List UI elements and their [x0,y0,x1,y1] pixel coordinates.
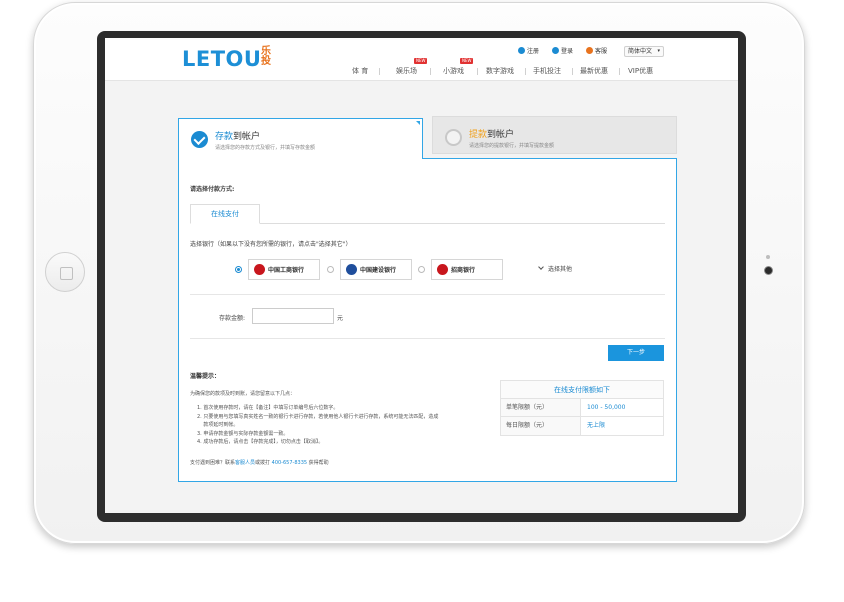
register-label: 注册 [527,48,540,55]
nav-divider [525,68,526,75]
tab-withdraw[interactable]: 提款到帐户 请选择您的提款银行，并填写提款金额 [432,116,677,154]
new-badge: NEW [414,58,428,64]
register-icon [518,47,525,54]
chevron-down-icon: ▾ [657,48,660,54]
nav-minigames[interactable]: 小游戏 NEW [443,58,474,76]
payment-method-label: 请选择付款方式: [190,186,235,193]
nav-minigames-label: 小游戏 [443,67,464,75]
list-item: 4. 成功存款后，请点击【存款完成】，切勿点击【取消】。 [197,439,324,445]
language-select[interactable]: 简体中文 ▾ [624,46,664,57]
register-link[interactable]: 注册 [518,46,539,55]
bank-radio-icbc[interactable] [235,266,242,273]
subtab-divider [190,223,665,224]
footer-prefix: 支付遇到困难？联系 [190,460,236,466]
nav-vip[interactable]: VIP优惠 [628,66,653,76]
bank-option-ccb[interactable]: 中国建设银行 [340,259,412,280]
support-phone: 400-657-8335 [271,460,308,466]
login-link[interactable]: 登录 [552,46,573,55]
bank-option-cmb[interactable]: 招商银行 [431,259,503,280]
headset-icon [586,47,593,54]
tab-deposit[interactable]: 存款到帐户 请选择您的存款方式及银行，并填写存款金额 [178,118,423,159]
check-circle-icon [191,131,208,148]
bank-option-icbc[interactable]: 中国工商银行 [248,259,320,280]
nav-promotions[interactable]: 最新优惠 [580,66,608,76]
home-button-icon [45,252,85,292]
divider [190,338,665,339]
corner-marker-icon [416,121,420,125]
screen: LETOU 乐投 注册 登录 客服 简体中文 ▾ 体 育 娱乐场 NEW 小游戏… [105,38,738,513]
next-button[interactable]: 下一步 [608,345,664,361]
footer-suffix: 获得帮助 [308,460,329,466]
withdraw-subtitle: 请选择您的提款银行，并填写提款金额 [469,143,555,149]
bank-name: 招商银行 [451,267,476,274]
tips-list: 1. 首次使用存款时，请在【备注】中填写订单编号后六位数字。 2. 只要使用与您… [197,404,497,447]
list-item: 2. 只要使用与您填写真实姓名一致的银行卡进行存款，若使用他人银行卡进行存款，系… [197,413,439,420]
logo[interactable]: LETOU [182,47,261,71]
language-label: 简体中文 [628,48,653,55]
tab-underline [423,158,677,159]
tips-footer: 支付遇到困难？联系客服人员或拨打 400-657-8335 获得帮助 [190,459,329,466]
withdraw-title: 提款到帐户 [469,127,514,140]
withdraw-title-hl: 提款 [469,130,488,140]
bank-name: 中国工商银行 [268,267,305,274]
nav-casino[interactable]: 娱乐场 NEW [396,58,428,76]
nav-digital-games[interactable]: 数字游戏 [486,66,514,76]
limit-label: 单笔限额（元） [501,399,581,416]
amount-unit: 元 [337,315,344,322]
support-link[interactable]: 客服 [586,46,607,55]
icbc-logo-icon [254,264,265,275]
bank-radio-cmb[interactable] [418,266,425,273]
bank-radio-ccb[interactable] [327,266,334,273]
limit-value: 100 - 50,000 [587,404,626,411]
deposit-subtitle: 请选择您的存款方式及银行，并填写存款金额 [215,145,316,151]
more-banks-label: 选择其他 [548,266,573,273]
login-label: 登录 [561,48,574,55]
cmb-logo-icon [437,264,448,275]
more-banks-button[interactable]: 选择其他 [538,264,573,273]
list-item: 3. 申请存款金额与实际存款金额需一致。 [197,430,289,437]
user-icon [552,47,559,54]
chevron-down-icon [538,264,544,270]
nav-casino-label: 娱乐场 [396,67,417,75]
logo-cn: 乐投 [261,46,271,67]
top-bar: LETOU 乐投 注册 登录 客服 简体中文 ▾ 体 育 娱乐场 NEW 小游戏… [105,38,738,81]
list-item: 1. 首次使用存款时，请在【备注】中填写订单编号后六位数字。 [197,405,339,411]
limits-title: 在线支付限额如下 [501,381,663,399]
sensor-icon [766,255,770,259]
nav-divider [619,68,620,75]
tips-title: 温馨提示： [190,373,221,380]
withdraw-title-rest: 到帐户 [487,130,515,140]
ccb-logo-icon [346,264,357,275]
footer-mid: 或拨打 [255,460,271,466]
nav-divider [379,68,380,75]
limit-label: 每日限额（元） [501,417,581,435]
amount-label: 存款金额: [219,315,246,322]
amount-input[interactable] [252,308,334,324]
support-label: 客服 [595,48,608,55]
limits-table: 在线支付限额如下 单笔限额（元） 100 - 50,000 每日限额（元） 无上… [500,380,664,436]
tab-online-payment[interactable]: 在线支付 [190,204,260,224]
limit-value: 无上限 [587,422,606,429]
table-row: 每日限额（元） 无上限 [501,417,663,435]
nav-sports[interactable]: 体 育 [352,66,368,76]
deposit-title-rest: 到帐户 [233,132,261,142]
nav-divider [572,68,573,75]
nav-divider [477,68,478,75]
table-row: 单笔限额（元） 100 - 50,000 [501,399,663,417]
camera-icon [764,266,773,275]
new-badge: NEW [460,58,474,64]
divider [190,294,665,295]
radio-circle-icon [445,129,462,146]
nav-divider [430,68,431,75]
deposit-title-hl: 存款 [215,132,234,142]
list-item: 款项延时到帐。 [197,422,239,428]
deposit-title: 存款到帐户 [215,129,260,142]
tips-intro: 为确保您的款项及时到账，请您留意以下几点： [190,391,296,397]
bank-select-label: 选择银行（如果以下没有您所需的银行，请点击"选择其它"） [190,241,352,248]
support-contact-link[interactable]: 客服人员 [235,460,255,466]
nav-mobile[interactable]: 手机投注 [533,66,561,76]
bank-name: 中国建设银行 [360,267,397,274]
